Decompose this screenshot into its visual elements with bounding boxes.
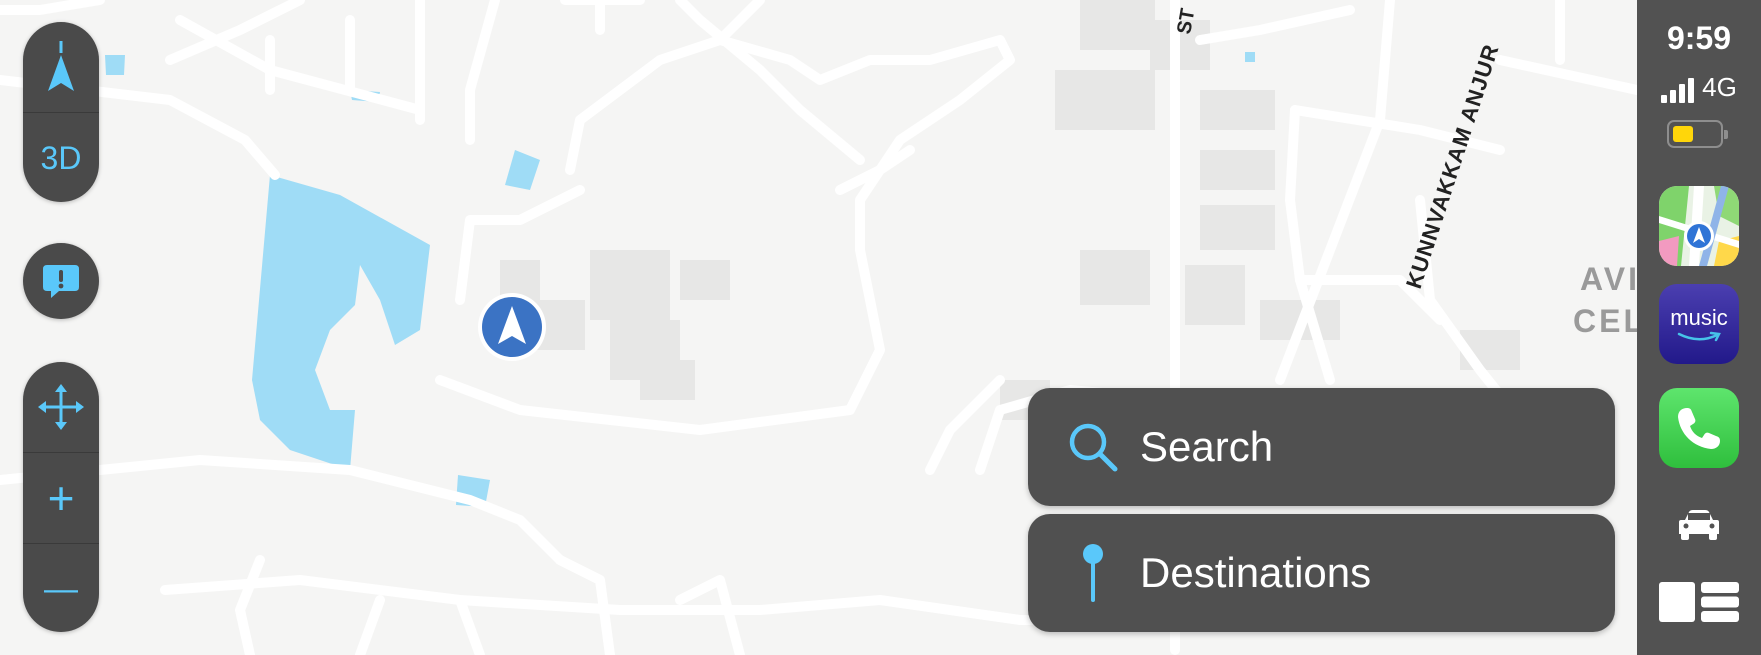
carplay-sidebar: 9:59 4G music <box>1637 0 1761 655</box>
car-icon[interactable] <box>1677 508 1721 542</box>
place-label-cel: CEL <box>1573 303 1637 339</box>
place-label-avi: AVI <box>1580 261 1637 297</box>
phone-handset-icon <box>1678 408 1720 449</box>
street-label-st: ST <box>1173 7 1199 36</box>
pin-icon <box>1083 544 1103 602</box>
search-label: Search <box>1140 423 1274 470</box>
current-location-marker <box>478 293 546 361</box>
phone-app-icon[interactable] <box>1659 388 1739 468</box>
zoom-out-label: — <box>44 570 78 608</box>
3d-toggle-button[interactable]: 3D <box>23 112 99 202</box>
search-icon <box>1069 423 1118 472</box>
search-button[interactable]: Search <box>1028 388 1615 506</box>
report-issue-icon <box>43 265 79 298</box>
zoom-pan-controls: + — <box>23 362 99 632</box>
smile-arrow-icon <box>1677 331 1721 342</box>
network-type: 4G <box>1702 72 1737 102</box>
signal-bars-icon <box>1661 77 1695 103</box>
status-time: 9:59 <box>1666 20 1732 56</box>
compass-arrow-icon <box>48 41 74 91</box>
zoom-out-button[interactable]: — <box>23 543 99 632</box>
zoom-in-button[interactable]: + <box>23 452 99 543</box>
amazon-music-app-icon[interactable]: music <box>1659 284 1739 364</box>
dashboard-icon[interactable] <box>1659 582 1739 622</box>
zoom-in-label: + <box>47 472 75 524</box>
battery-level <box>1673 126 1693 142</box>
pan-button[interactable] <box>23 362 99 452</box>
battery-icon <box>1667 120 1728 148</box>
maps-app-icon[interactable] <box>1659 186 1739 266</box>
compass-button[interactable] <box>23 22 99 112</box>
status-network: 4G <box>1637 72 1761 103</box>
orientation-controls: 3D <box>23 22 99 202</box>
destinations-button[interactable]: Destinations <box>1028 514 1615 632</box>
music-app-label: music <box>1670 305 1728 330</box>
report-issue-button[interactable] <box>23 243 99 319</box>
pan-arrows-icon <box>38 384 84 430</box>
street-label-kunnvakkam: KUNNVAKKAM ANJUR <box>1401 41 1504 292</box>
destinations-label: Destinations <box>1140 549 1372 596</box>
3d-label: 3D <box>40 139 82 176</box>
